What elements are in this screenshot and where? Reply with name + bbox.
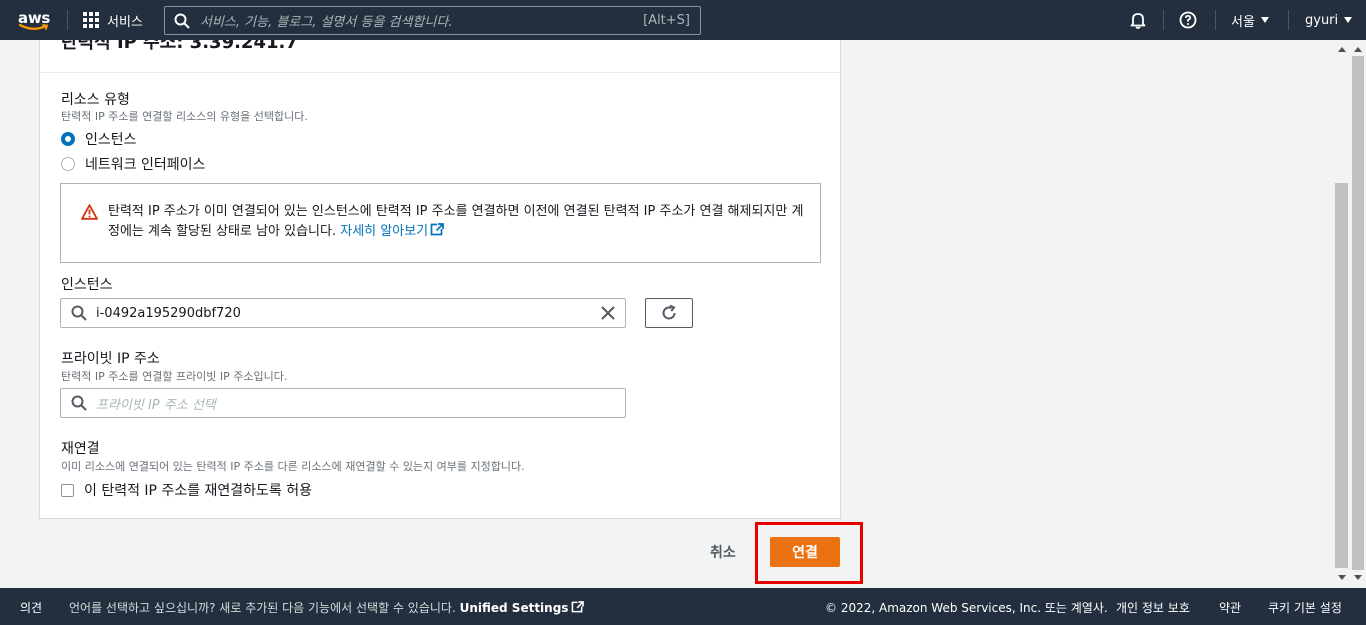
radio-network-interface-label: 네트워크 인터페이스 — [85, 157, 206, 173]
panel-header: 탄력적 IP 주소: 3.39.241.7 — [40, 40, 840, 73]
terms-link[interactable]: 약관 — [1219, 599, 1241, 616]
aws-smile-icon — [19, 24, 49, 30]
search-icon — [174, 13, 190, 29]
caret-down-icon — [1344, 17, 1353, 23]
scroll-thumb[interactable] — [1335, 183, 1348, 568]
grid-icon — [83, 12, 99, 28]
instance-value: i-0492a195290dbf720 — [96, 305, 241, 321]
scroll-up-icon[interactable] — [1338, 47, 1346, 52]
radio-network-interface[interactable]: 네트워크 인터페이스 — [61, 154, 205, 174]
feedback-link[interactable]: 의견 — [20, 599, 42, 616]
radio-instance-label: 인스턴스 — [85, 132, 137, 148]
services-label: 서비스 — [107, 14, 143, 30]
copyright-text: © 2022, Amazon Web Services, Inc. 또는 계열사… — [825, 601, 1108, 615]
cookie-preferences-link[interactable]: 쿠키 기본 설정 — [1268, 599, 1342, 616]
clear-icon[interactable] — [601, 306, 615, 320]
warning-message: 탄력적 IP 주소가 이미 연결되어 있는 인스턴스에 탄력적 IP 주소를 연… — [108, 202, 808, 242]
checkbox-box — [61, 483, 74, 497]
notifications-button[interactable] — [1129, 0, 1147, 40]
user-menu[interactable]: gyuri — [1305, 0, 1353, 40]
region-label: 서울 — [1231, 14, 1255, 30]
content-scrollbar[interactable] — [1334, 40, 1350, 588]
learn-more-link[interactable]: 자세히 알아보기 — [340, 223, 444, 239]
unified-settings-label: Unified Settings — [459, 601, 569, 615]
search-placeholder: 서비스, 기능, 블로그, 설명서 등을 검색합니다. — [200, 15, 453, 30]
warning-alert: 탄력적 IP 주소가 이미 연결되어 있는 인스턴스에 탄력적 IP 주소를 연… — [60, 183, 821, 263]
region-selector[interactable]: 서울 — [1231, 0, 1269, 40]
allow-reassociation-checkbox[interactable]: 이 탄력적 IP 주소를 재연결하도록 허용 — [61, 480, 312, 500]
help-button[interactable] — [1179, 0, 1197, 40]
unified-settings-link[interactable]: Unified Settings — [460, 601, 569, 615]
reassociation-description: 이미 리소스에 연결되어 있는 탄력적 IP 주소를 다른 리소스에 재연결할 … — [61, 460, 525, 473]
connect-button-label: 연결 — [792, 545, 818, 561]
connect-button[interactable]: 연결 — [770, 537, 840, 567]
reassociation-label: 재연결 — [61, 441, 100, 457]
radio-selected-icon — [61, 132, 75, 146]
radio-instance[interactable]: 인스턴스 — [61, 129, 137, 149]
scroll-down-icon[interactable] — [1354, 575, 1362, 580]
instance-label: 인스턴스 — [61, 277, 113, 293]
search-icon — [71, 305, 87, 321]
warning-icon — [81, 204, 98, 220]
help-icon — [1179, 11, 1197, 29]
privacy-link[interactable]: 개인 정보 보호 — [1116, 599, 1190, 616]
external-link-icon — [572, 601, 585, 613]
services-menu-button[interactable]: 서비스 — [83, 0, 143, 40]
language-prompt-text: 언어를 선택하고 싶으십니까? 새로 추가된 다음 기능에서 선택할 수 있습니… — [69, 601, 456, 615]
private-ip-placeholder: 프라이빗 IP 주소 선택 — [96, 397, 216, 413]
associate-eip-panel: 탄력적 IP 주소: 3.39.241.7 리소스 유형 탄력적 IP 주소를 … — [39, 40, 841, 519]
resource-type-description: 탄력적 IP 주소를 연결할 리소스의 유형을 선택합니다. — [61, 110, 308, 123]
private-ip-label: 프라이빗 IP 주소 — [61, 351, 160, 367]
private-ip-select[interactable]: 프라이빗 IP 주소 선택 — [60, 388, 626, 418]
scroll-down-icon[interactable] — [1338, 575, 1346, 580]
footer: 의견 언어를 선택하고 싶으십니까? 새로 추가된 다음 기능에서 선택할 수 … — [0, 588, 1366, 625]
bell-icon — [1130, 13, 1146, 29]
instance-select[interactable]: i-0492a195290dbf720 — [60, 298, 626, 328]
nav-divider — [67, 10, 68, 30]
window-scrollbar[interactable] — [1350, 40, 1366, 588]
user-label: gyuri — [1305, 12, 1339, 28]
nav-divider — [1163, 10, 1164, 30]
radio-unselected-icon — [61, 157, 75, 171]
refresh-button[interactable] — [645, 298, 693, 328]
cancel-button[interactable]: 취소 — [710, 542, 736, 562]
language-prompt: 언어를 선택하고 싶으십니까? 새로 추가된 다음 기능에서 선택할 수 있습니… — [69, 599, 585, 616]
private-ip-description: 탄력적 IP 주소를 연결할 프라이빗 IP 주소입니다. — [61, 370, 288, 383]
nav-divider — [1215, 10, 1216, 30]
page-title: 탄력적 IP 주소: 3.39.241.7 — [61, 40, 298, 53]
allow-reassociation-label: 이 탄력적 IP 주소를 재연결하도록 허용 — [84, 483, 313, 499]
caret-down-icon — [1260, 17, 1269, 23]
search-shortcut: [Alt+S] — [643, 13, 690, 28]
search-icon — [71, 395, 87, 411]
warning-text: 탄력적 IP 주소가 이미 연결되어 있는 인스턴스에 탄력적 IP 주소를 연… — [108, 204, 804, 239]
refresh-icon — [662, 304, 676, 320]
resource-type-label: 리소스 유형 — [61, 92, 130, 108]
scroll-thumb[interactable] — [1352, 56, 1364, 570]
nav-divider — [1288, 10, 1289, 30]
top-navigation: aws 서비스 서비스, 기능, 블로그, 설명서 등을 검색합니다. [Alt… — [0, 0, 1366, 40]
aws-logo[interactable]: aws — [18, 8, 52, 34]
scroll-up-icon[interactable] — [1354, 47, 1362, 52]
external-link-icon — [430, 223, 444, 236]
global-search-input[interactable]: 서비스, 기능, 블로그, 설명서 등을 검색합니다. [Alt+S] — [164, 6, 701, 35]
learn-more-label: 자세히 알아보기 — [340, 224, 429, 239]
